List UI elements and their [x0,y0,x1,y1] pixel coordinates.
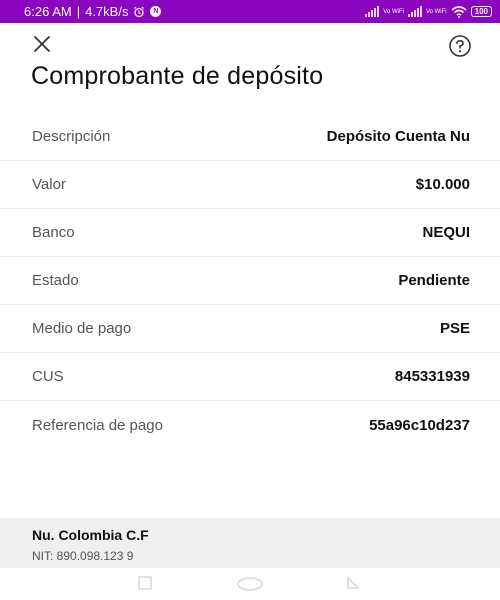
company-nit: NIT: 890.098.123 9 [32,549,134,563]
vowifi-icon-2: Vo WiFi [425,8,447,15]
details-list: Descripción Depósito Cuenta Nu Valor $10… [0,113,500,449]
system-nav-bar [0,568,500,600]
detail-value: Pendiente [398,272,470,289]
detail-label: Descripción [32,128,111,145]
status-speed: 4.7kB/s [85,4,129,19]
company-name: Nu. Colombia C.F [32,527,149,543]
close-icon[interactable] [32,34,52,54]
detail-row-amount: Valor $10.000 [0,161,500,209]
signal-icon-2 [407,6,422,17]
wifi-icon [451,5,467,18]
recent-apps-icon[interactable] [138,576,152,590]
detail-value: PSE [439,320,470,337]
page-title: Comprobante de depósito [31,62,324,90]
detail-value: 55a96c10d237 [369,416,470,434]
detail-label: Medio de pago [32,320,132,337]
detail-label: Referencia de pago [32,416,163,434]
nu-notification-icon: N [150,6,162,17]
detail-row-cus: CUS 845331939 [0,353,500,401]
detail-row-status: Estado Pendiente [0,257,500,305]
status-time: 6:26 AM [24,4,72,19]
vowifi-icon-1: Vo WiFi [383,8,404,15]
detail-value: Depósito Cuenta Nu [326,128,470,145]
help-icon[interactable] [448,34,472,58]
detail-row-payment-reference: Referencia de pago 55a96c10d237 [0,401,500,449]
detail-value: $10.000 [415,176,470,193]
detail-label: CUS [32,368,64,385]
status-right: Vo WiFi Vo WiFi 100 [365,5,492,18]
alarm-icon [134,6,145,17]
detail-value: 845331939 [394,368,470,385]
detail-label: Banco [32,224,75,241]
detail-label: Estado [32,272,79,289]
status-left: 6:26 AM | 4.7kB/s N [24,4,162,19]
detail-label: Valor [32,176,66,193]
detail-value: NEQUI [422,224,470,241]
signal-icon-1 [365,6,380,17]
home-icon[interactable] [236,576,264,592]
detail-row-payment-method: Medio de pago PSE [0,305,500,353]
detail-row-bank: Banco NEQUI [0,209,500,257]
battery-icon: 100 [470,6,492,17]
top-actions [32,32,472,58]
detail-row-description: Descripción Depósito Cuenta Nu [0,113,500,161]
company-card: Nu. Colombia C.F NIT: 890.098.123 9 [0,518,500,568]
status-separator: | [76,4,81,19]
status-bar: 6:26 AM | 4.7kB/s N Vo WiFi Vo WiFi 100 [0,0,500,23]
back-icon[interactable] [346,576,360,590]
